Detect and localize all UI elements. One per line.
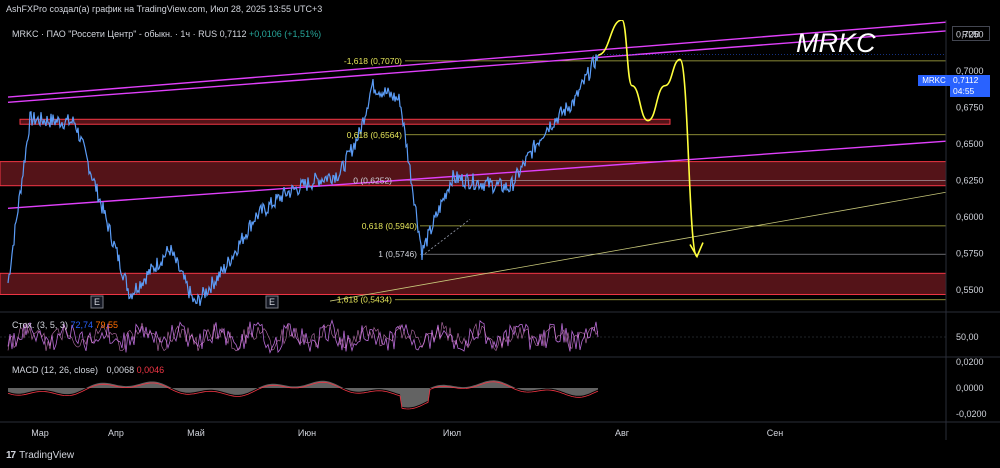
- current-price-box: 0,7112 04:55: [950, 75, 990, 97]
- macd-label: MACD (12, 26, close): [12, 365, 99, 375]
- axes: Мар Апр Май Июн Июл Авг Сен0,72500,70000,67500…: [0, 20, 1000, 440]
- stoch-legend: Стох. (3, 5, 3) 72,74 79,55: [12, 320, 118, 330]
- macd-axis-label: -0,0200: [956, 409, 987, 419]
- earnings-marker-label: E: [94, 297, 100, 307]
- time-tick-label: Авг: [615, 428, 630, 438]
- macd-histogram: [8, 380, 598, 408]
- price-tick-label: 0,6000: [956, 212, 984, 222]
- stoch-label: Стох. (3, 5, 3): [12, 320, 68, 330]
- stoch-k: 72,74: [70, 320, 93, 330]
- tradingview-logo-icon: 17: [6, 450, 16, 461]
- fib-level-label: 1,618 (0,5434): [337, 295, 392, 305]
- macd-axis-label: 0,0000: [956, 383, 984, 393]
- fib-level-label: -1,618 (0,7070): [344, 56, 402, 66]
- macd-signal: 0,0046: [136, 365, 165, 375]
- time-tick-label: Май: [187, 428, 205, 438]
- price-zone: [19, 118, 671, 125]
- time-tick-label: Сен: [767, 428, 784, 438]
- price-tick-label: 0,6750: [956, 103, 984, 113]
- earnings-marker-label: E: [269, 297, 275, 307]
- chart-root: AshFXPro создал(а) график на TradingView…: [0, 0, 1000, 468]
- time-tick-label: Мар: [31, 428, 49, 438]
- macd-legend: MACD (12, 26, close) 0,0068 0,0046: [12, 365, 164, 375]
- current-price-value: 0,7112: [953, 75, 979, 85]
- fib-level-label: 0,618 (0,5940): [362, 221, 417, 231]
- annotation-text: MRKC: [796, 28, 876, 58]
- price-tick-label: 0,5750: [956, 249, 984, 259]
- macd-axis-label: 0,0200: [956, 357, 984, 367]
- price-tick-label: 0,6500: [956, 139, 984, 149]
- time-tick-label: Апр: [108, 428, 124, 438]
- price-tick-label: 0,7250: [956, 30, 984, 40]
- time-tick-label: Июн: [298, 428, 316, 438]
- tradingview-brand[interactable]: 17 TradingView: [6, 450, 74, 461]
- pattern-dashed-line: [424, 218, 471, 254]
- stoch-d: 79,55: [95, 320, 119, 330]
- support-resistance-zones: [0, 118, 946, 295]
- fib-level-label: 0,618 (0,6564): [347, 130, 402, 140]
- current-price-countdown: 04:55: [953, 86, 975, 96]
- fib-level-label: 1 (0,5746): [378, 249, 417, 259]
- chart-canvas[interactable]: -1,618 (0,7070) 0,618 (0,6564) 0 (0,6252) 0…: [0, 0, 1000, 468]
- stoch-axis-label: 50,00: [956, 332, 979, 342]
- event-markers: EE: [90, 295, 279, 309]
- macd-value: 0,0068: [106, 365, 135, 375]
- current-price-ticker: MRKC: [918, 75, 950, 86]
- time-tick-label: Июл: [443, 428, 461, 438]
- projection-path: [597, 20, 698, 258]
- price-tick-label: 0,5500: [956, 285, 984, 295]
- brand-name: TradingView: [19, 450, 75, 461]
- price-tick-label: 0,6250: [956, 176, 984, 186]
- fib-level-label: 0 (0,6252): [353, 175, 392, 185]
